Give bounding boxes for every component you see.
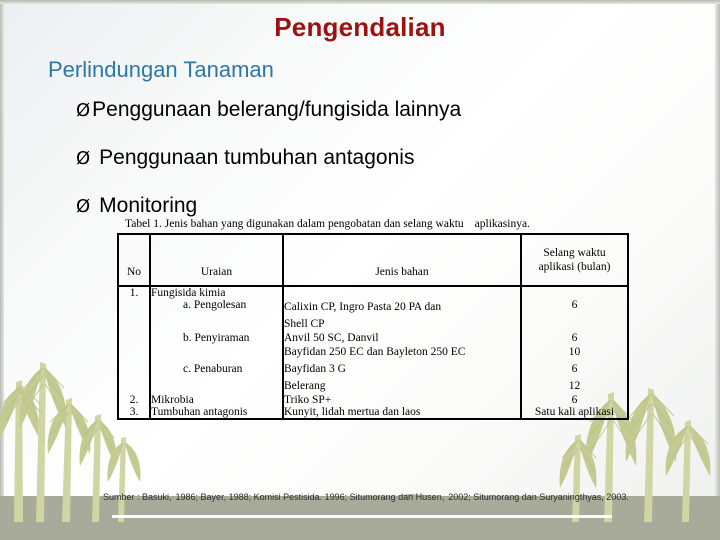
table-caption-part1: Tabel 1. Jenis bahan yang digunakan dala… — [125, 218, 464, 230]
bullet-item-2: Ø Penggunaan tumbuhan antagonis — [76, 146, 461, 170]
table-caption-part2: aplikasinya. — [474, 218, 530, 230]
cell-selang-line3: 12 — [568, 379, 581, 392]
slide-canvas: Pengendalian Perlindungan Tanaman Ø Peng… — [0, 0, 720, 540]
cell-uraian: Fungisida kimia — [150, 286, 284, 299]
cell-jenis-bahan: Bayfidan 250 EC dan Bayleton 250 EC Bayf… — [283, 344, 522, 395]
slide-title: Pengendalian — [274, 12, 446, 42]
column-header-selang-waktu: Selang waktu aplikasi (bulan) — [521, 234, 628, 286]
column-header-selang-line1: Selang waktu — [543, 246, 606, 259]
cell-jenis-bahan — [283, 286, 522, 299]
table-header-row: No Uraian Jenis bahan Selang waktu aplik… — [118, 234, 628, 286]
cell-jenis-bahan-line3: Belerang — [284, 379, 326, 392]
ground-band-decoration — [0, 496, 720, 540]
table-head: No Uraian Jenis bahan Selang waktu aplik… — [118, 234, 628, 286]
bullet-marker-icon: Ø — [76, 196, 91, 217]
slide-border-top — [0, 0, 720, 4]
source-note: Sumber : Basuki, 1986; Bayer, 1988; Komis… — [103, 492, 629, 502]
table-row: 2. Mikrobia Triko SP+ 6 — [118, 394, 628, 407]
cell-jenis-bahan-line2: Shell CP — [284, 317, 325, 330]
bullet-marker-icon: Ø — [76, 100, 91, 121]
cell-jenis-bahan: Triko SP+ — [283, 394, 522, 407]
cell-uraian: c. Penaburan — [150, 344, 284, 395]
cell-no — [118, 299, 151, 333]
table-body: 1. Fungisida kimia a. Pengolesan Calixin… — [118, 286, 628, 420]
slide-subtitle: Perlindungan Tanaman — [48, 57, 274, 82]
cell-jenis-bahan-line1: Calixin CP, Ingro Pasta 20 PA dan — [284, 301, 442, 313]
source-label: Sumber : Basuki, — [103, 492, 172, 502]
slide-border-right — [715, 0, 720, 540]
column-header-uraian: Uraian — [150, 234, 284, 286]
bullet-text-3: Monitoring — [99, 194, 198, 217]
cell-jenis-bahan-line2: Bayfidan 3 G — [284, 363, 346, 376]
cell-selang: 6 — [571, 332, 578, 345]
cell-uraian-text: a. Pengolesan — [183, 299, 247, 311]
cell-no — [118, 344, 151, 395]
cell-selang: 6 — [571, 394, 578, 407]
cell-uraian-text: b. Penyiraman — [183, 332, 250, 345]
table-row: b. Penyiraman Anvil 50 SC, Danvil 6 — [118, 332, 628, 345]
cell-uraian: a. Pengolesan — [150, 299, 284, 333]
cell-jenis-bahan: Anvil 50 SC, Danvil — [283, 332, 522, 345]
ground-highlight-strip — [112, 515, 612, 518]
column-header-selang-line2: aplikasi (bulan) — [538, 261, 611, 273]
materials-table: No Uraian Jenis bahan Selang waktu aplik… — [117, 233, 629, 421]
table-row: c. Penaburan Bayfidan 250 EC dan Bayleto… — [118, 344, 628, 395]
cell-selang: Satu kali aplikasi — [534, 406, 615, 419]
cell-no — [118, 332, 151, 345]
table-row: 3. Tumbuhan antagonis Kunyit, lidah mert… — [118, 406, 628, 420]
slide-border-left — [0, 0, 4, 540]
column-header-jenis-bahan: Jenis bahan — [283, 234, 522, 286]
cell-jenis-bahan: Calixin CP, Ingro Pasta 20 PA dan Shell … — [283, 299, 522, 333]
cell-no: 1. — [118, 286, 151, 299]
bullet-text-1: Penggunaan belerang/fungisida lainnya — [92, 98, 462, 121]
column-header-no: No — [118, 234, 151, 286]
cell-selang: 6 — [571, 299, 578, 311]
source-ref2: 2002; Situmorang dan Suryaningthyas, 200… — [448, 492, 629, 502]
cell-uraian-text: c. Penaburan — [183, 363, 243, 376]
cell-jenis-bahan-line1: Bayfidan 250 EC dan Bayleton 250 EC — [284, 346, 466, 359]
bullet-item-3: Ø Monitoring — [76, 194, 461, 218]
table-row: 1. Fungisida kimia — [118, 286, 628, 299]
table-caption: Tabel 1. Jenis bahan yang digunakan dala… — [125, 218, 623, 230]
table-block: Tabel 1. Jenis bahan yang digunakan dala… — [117, 218, 629, 421]
cell-selang-line1: 10 — [568, 346, 581, 359]
cell-jenis-bahan: Kunyit, lidah mertua dan laos — [283, 406, 522, 420]
cell-selang: 10 6 12 — [521, 344, 628, 394]
bullet-item-1: Ø Penggunaan belerang/fungisida lainnya — [76, 98, 461, 122]
cell-uraian: Tumbuhan antagonis — [150, 406, 284, 420]
bullet-marker-icon: Ø — [76, 148, 91, 169]
cell-selang-line2: 6 — [571, 363, 578, 376]
cell-uraian: b. Penyiraman — [150, 332, 284, 345]
cell-uraian: Mikrobia — [150, 394, 284, 407]
cell-no: 2. — [118, 394, 151, 407]
bullet-text-2: Penggunaan tumbuhan antagonis — [99, 146, 415, 169]
table-row: a. Pengolesan Calixin CP, Ingro Pasta 20… — [118, 299, 628, 333]
cell-selang — [521, 286, 628, 299]
source-ref1: 1986; Bayer, 1988; Komisi Pestisida. 199… — [175, 492, 445, 502]
cell-no: 3. — [118, 406, 151, 420]
